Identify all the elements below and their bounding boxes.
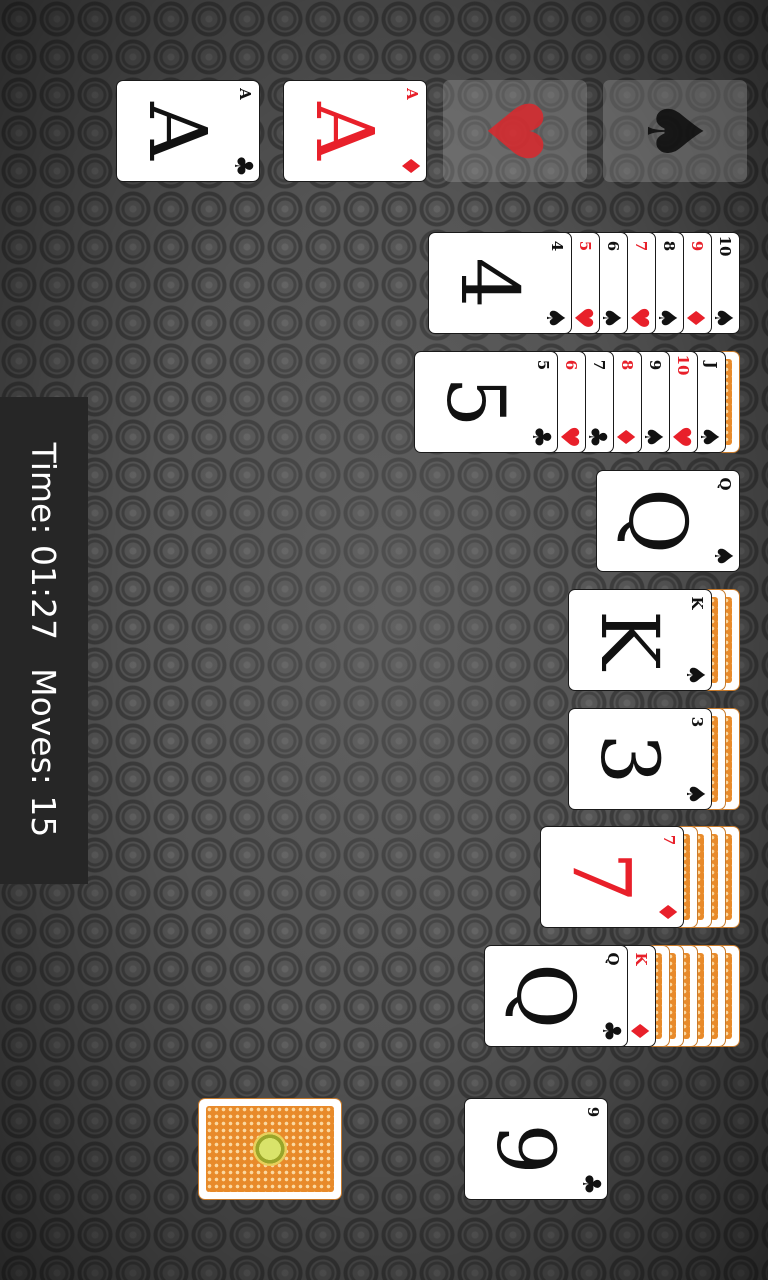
card-rank-large: 9 bbox=[479, 1123, 572, 1175]
suit-icon: ♠ bbox=[695, 425, 725, 449]
card-rank-corner: 9 bbox=[688, 240, 706, 252]
time-value: 01:27 bbox=[24, 544, 64, 641]
card-rank-corner: 3 bbox=[688, 716, 706, 728]
foundation-slot-empty[interactable]: ♥ bbox=[443, 80, 587, 182]
card-rank-corner: 10 bbox=[716, 235, 734, 257]
card-rank-large: A bbox=[131, 102, 224, 160]
suit-icon: ♣ bbox=[577, 1172, 607, 1196]
suit-icon: ♥ bbox=[555, 425, 585, 449]
card-rank-corner: 4 bbox=[548, 240, 566, 252]
playing-card[interactable]: Q Q ♣ bbox=[484, 945, 628, 1047]
card-rank-corner: 6 bbox=[562, 359, 580, 371]
suit-icon: ♣ bbox=[229, 154, 259, 178]
suit-icon: ♣ bbox=[583, 425, 613, 449]
card-rank-corner: 7 bbox=[660, 834, 678, 846]
suit-icon: ♥ bbox=[625, 306, 655, 330]
card-rank-large: 5 bbox=[429, 376, 522, 428]
foundation-slot-empty[interactable]: ♠ bbox=[603, 80, 747, 182]
suit-icon: ♠ bbox=[681, 663, 711, 687]
card-rank-corner: Q bbox=[604, 952, 622, 966]
playing-card[interactable]: K K ♠ bbox=[568, 589, 712, 691]
card-rank-corner: J bbox=[702, 361, 720, 369]
card-rank-corner: 9 bbox=[584, 1106, 602, 1118]
heart-icon: ♥ bbox=[470, 96, 560, 166]
suit-icon: ♠ bbox=[541, 306, 571, 330]
suit-icon: ♠ bbox=[709, 306, 739, 330]
card-rank-corner: K bbox=[688, 596, 706, 610]
timer: Time: 01:27 bbox=[25, 443, 64, 641]
suit-icon: ♣ bbox=[597, 1019, 627, 1043]
suit-icon: ♥ bbox=[569, 306, 599, 330]
card-rank-corner: 5 bbox=[534, 359, 552, 371]
playing-card[interactable]: A A ♣ bbox=[116, 80, 260, 182]
card-rank-large: A bbox=[298, 102, 391, 160]
card-rank-corner: A bbox=[403, 88, 421, 100]
card-rank-large: Q bbox=[499, 963, 592, 1029]
suit-icon: ♠ bbox=[653, 306, 683, 330]
suit-icon: ♠ bbox=[681, 782, 711, 806]
card-rank-corner: 8 bbox=[618, 359, 636, 371]
card-rank-corner: 7 bbox=[632, 240, 650, 252]
suit-icon: ♠ bbox=[639, 425, 669, 449]
suit-icon: ♦ bbox=[653, 900, 683, 924]
spade-icon: ♠ bbox=[630, 96, 720, 166]
card-rank-large: K bbox=[583, 610, 676, 670]
move-counter: Moves: 15 bbox=[25, 668, 64, 837]
suit-icon: ♠ bbox=[597, 306, 627, 330]
playing-card[interactable]: 5 5 ♣ bbox=[414, 351, 558, 453]
moves-label: Moves: bbox=[24, 668, 64, 785]
card-rank-corner: 8 bbox=[660, 240, 678, 252]
playing-card[interactable]: 9 9 ♣ bbox=[464, 1098, 608, 1200]
playing-card[interactable]: A A ♦ bbox=[283, 80, 427, 182]
suit-icon: ♠ bbox=[709, 544, 739, 568]
card-back bbox=[198, 1098, 342, 1200]
card-back-emblem-icon bbox=[253, 1132, 287, 1166]
suit-icon: ♦ bbox=[625, 1019, 655, 1043]
card-rank-corner: 6 bbox=[604, 240, 622, 252]
card-rank-corner: 7 bbox=[590, 359, 608, 371]
card-rank-corner: 9 bbox=[646, 359, 664, 371]
suit-icon: ♦ bbox=[681, 306, 711, 330]
card-rank-corner: K bbox=[632, 952, 650, 966]
card-rank-large: 4 bbox=[443, 257, 536, 309]
playing-card[interactable]: 4 4 ♠ bbox=[428, 232, 572, 334]
playing-card[interactable]: Q Q ♠ bbox=[596, 470, 740, 572]
playing-card[interactable]: 3 3 ♠ bbox=[568, 708, 712, 810]
suit-icon: ♦ bbox=[611, 425, 641, 449]
card-rank-large: 3 bbox=[583, 733, 676, 785]
card-rank-corner: Q bbox=[716, 477, 734, 491]
moves-value: 15 bbox=[24, 795, 64, 838]
card-rank-large: Q bbox=[611, 488, 704, 554]
card-rank-large: 7 bbox=[555, 851, 648, 903]
playing-card[interactable]: 7 7 ♦ bbox=[540, 826, 684, 928]
suit-icon: ♣ bbox=[527, 425, 557, 449]
status-readout: Time: 01:27 Moves: 15 bbox=[24, 430, 64, 850]
suit-icon: ♥ bbox=[667, 425, 697, 449]
suit-icon: ♦ bbox=[396, 154, 426, 178]
card-rank-corner: 5 bbox=[576, 240, 594, 252]
time-label: Time: bbox=[24, 442, 64, 535]
card-rank-corner: 10 bbox=[674, 354, 692, 376]
card-rank-corner: A bbox=[236, 88, 254, 100]
